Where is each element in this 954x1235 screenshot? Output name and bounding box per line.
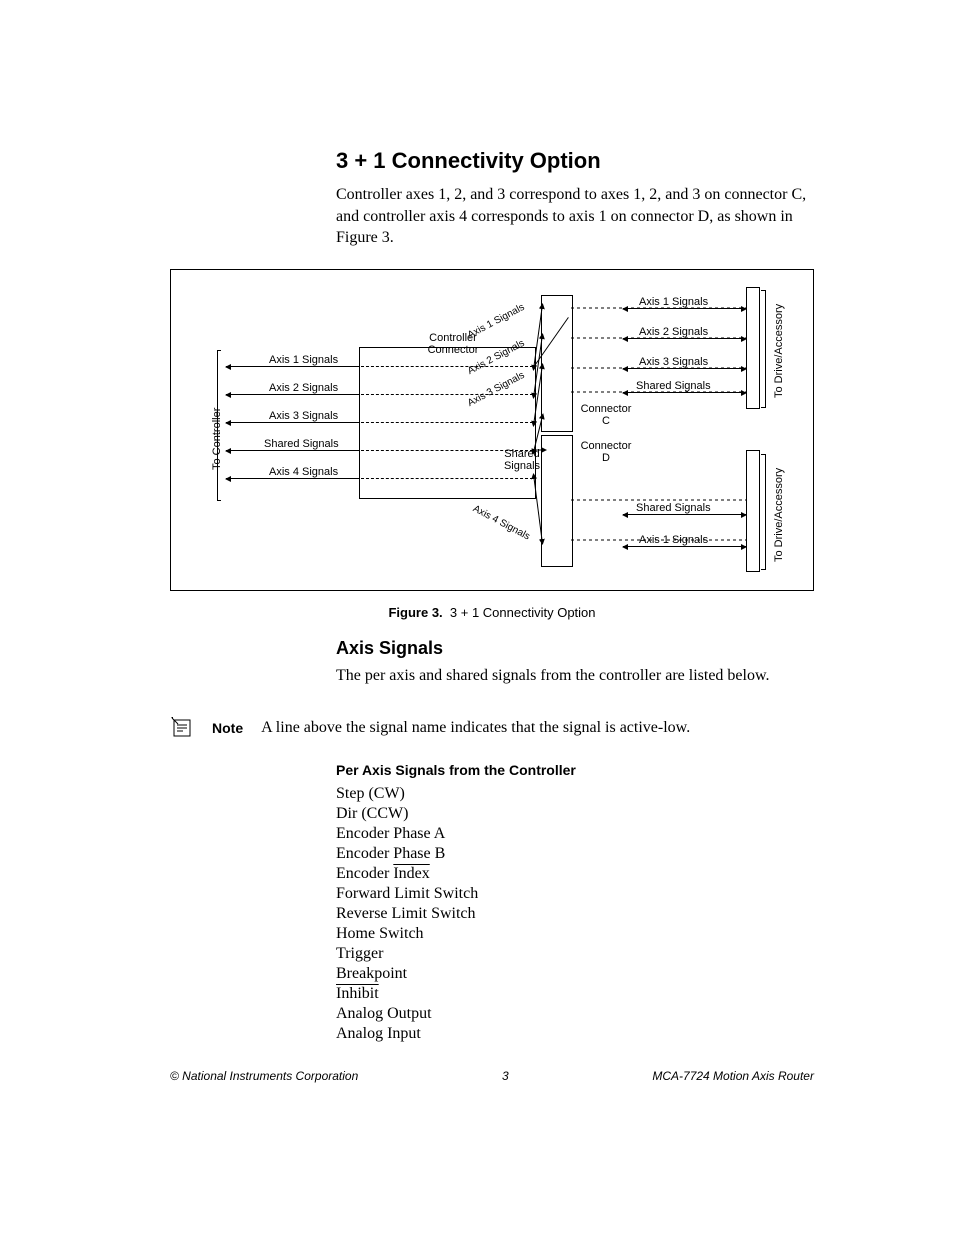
footer-page-number: 3 [502, 1069, 509, 1083]
signal-item: Encoder Phase A [336, 824, 814, 844]
left-arrow-1 [226, 366, 359, 367]
figure-3: To Controller ControllerConnector Axis 1… [170, 269, 814, 620]
subsection-paragraph: The per axis and shared signals from the… [336, 665, 814, 687]
figure-caption-text: 3 + 1 Connectivity Option [450, 605, 596, 620]
drive-top-block [746, 287, 760, 409]
signal-item: Inhibit [336, 984, 814, 1004]
left-signal-2: Axis 2 Signals [269, 382, 338, 394]
rtop-label-4: Shared Signals [636, 380, 711, 392]
note-icon [170, 716, 194, 740]
rtop-arrow-3 [623, 368, 746, 369]
rtop-label-1: Axis 1 Signals [639, 296, 708, 308]
connector-d-label: ConnectorD [576, 440, 636, 464]
left-arrow-3 [226, 422, 359, 423]
left-arrow-4 [226, 450, 359, 451]
rtop-label-3: Axis 3 Signals [639, 356, 708, 368]
drive-bot-block [746, 450, 760, 572]
rtop-arrow-1 [623, 308, 746, 309]
signal-item: Encoder Index [336, 864, 814, 884]
signal-item: Forward Limit Switch [336, 884, 814, 904]
signal-item: Step (CW) [336, 784, 814, 804]
page-footer: © National Instruments Corporation 3 MCA… [170, 1069, 814, 1083]
signal-item: Dir (CCW) [336, 804, 814, 824]
rbot-label-1: Shared Signals [636, 502, 711, 514]
signal-item: Encoder Phase B [336, 844, 814, 864]
main-content: 3 + 1 Connectivity Option Controller axe… [336, 0, 814, 249]
left-signal-3: Axis 3 Signals [269, 410, 338, 422]
section-title: 3 + 1 Connectivity Option [336, 148, 814, 174]
signal-item: Analog Input [336, 1024, 814, 1044]
note-row: Note A line above the signal name indica… [170, 716, 814, 740]
subsection-content: Axis Signals The per axis and shared sig… [336, 638, 814, 687]
to-drive-bot-label: To Drive/Accessory [773, 468, 785, 562]
rbot-arrow-2 [623, 546, 746, 547]
signal-item: Reverse Limit Switch [336, 904, 814, 924]
page: 3 + 1 Connectivity Option Controller axe… [0, 0, 954, 1235]
diag-label-4: Axis 4 Signals [471, 503, 532, 542]
section-paragraph: Controller axes 1, 2, and 3 correspond t… [336, 184, 814, 249]
signals-title: Per Axis Signals from the Controller [336, 762, 814, 778]
figure-caption-label: Figure 3. [388, 605, 442, 620]
left-signal-4: Shared Signals [264, 438, 339, 450]
diag-label-1: Axis 1 Signals [466, 302, 527, 341]
connector-c-label: ConnectorC [576, 403, 636, 427]
to-drive-top-label: To Drive/Accessory [773, 304, 785, 398]
rbot-arrow-1 [623, 514, 746, 515]
note-label: Note [212, 720, 243, 736]
signal-list: Step (CW)Dir (CCW)Encoder Phase AEncoder… [336, 784, 814, 1044]
rtop-arrow-4 [623, 392, 746, 393]
footer-left: © National Instruments Corporation [170, 1069, 358, 1083]
rtop-arrow-2 [623, 338, 746, 339]
signal-item: Breakpoint [336, 964, 814, 984]
left-signal-1: Axis 1 Signals [269, 354, 338, 366]
signals-content: Per Axis Signals from the Controller Ste… [336, 762, 814, 1044]
rtop-label-2: Axis 2 Signals [639, 326, 708, 338]
note-text: A line above the signal name indicates t… [261, 719, 814, 737]
signal-item: Trigger [336, 944, 814, 964]
connector-c-block [541, 295, 573, 432]
left-arrow-5 [226, 478, 359, 479]
subsection-title: Axis Signals [336, 638, 814, 659]
figure-caption: Figure 3. 3 + 1 Connectivity Option [170, 605, 814, 620]
signal-item: Home Switch [336, 924, 814, 944]
footer-right: MCA-7724 Motion Axis Router [652, 1069, 814, 1083]
signal-item: Analog Output [336, 1004, 814, 1024]
rbot-label-2: Axis 1 Signals [639, 534, 708, 546]
left-signal-5: Axis 4 Signals [269, 466, 338, 478]
figure-box: To Controller ControllerConnector Axis 1… [170, 269, 814, 591]
controller-connector-block [359, 347, 536, 499]
left-arrow-2 [226, 394, 359, 395]
left-bracket [217, 350, 218, 500]
shared-mid-label: SharedSignals [497, 448, 547, 472]
